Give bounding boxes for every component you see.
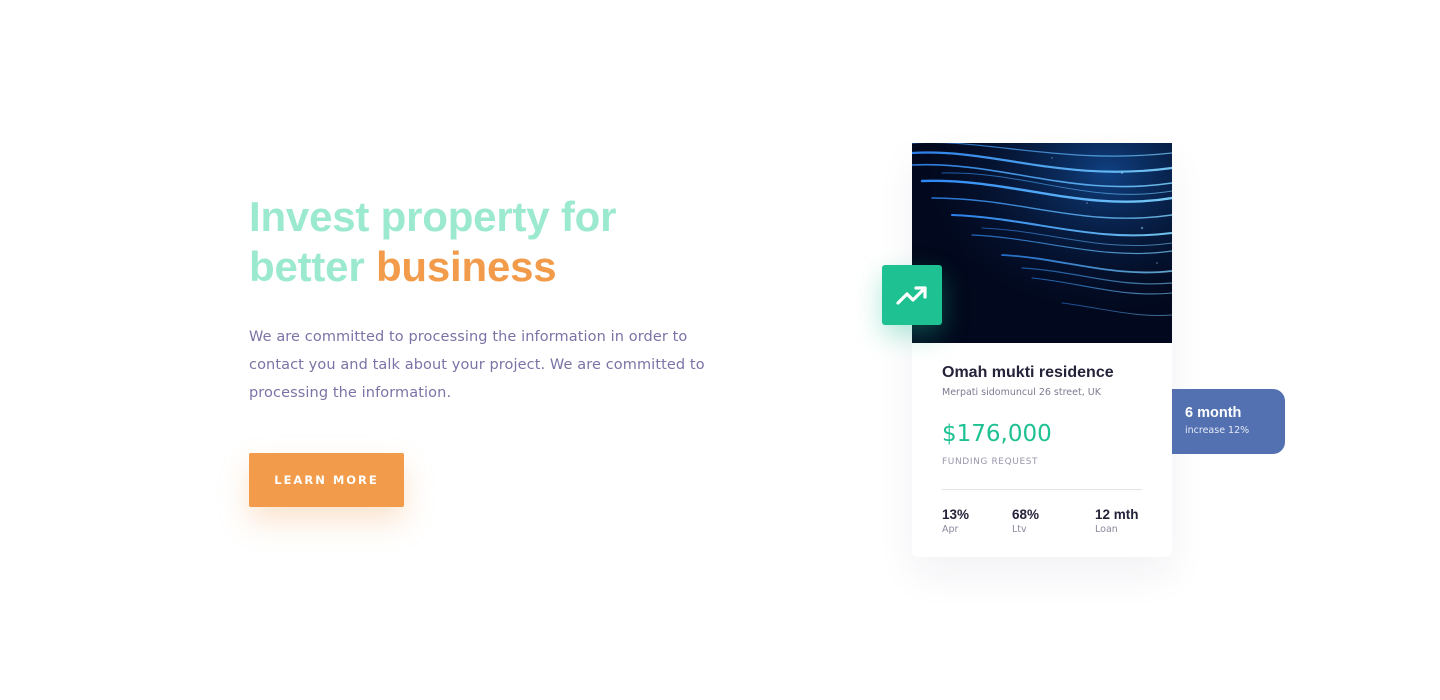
property-image (912, 143, 1172, 343)
funding-price: $176,000 (942, 421, 1052, 447)
hero-title-line2: better (249, 243, 376, 290)
funding-label: FUNDING REQUEST (942, 457, 1039, 467)
property-name: Omah mukti residence (942, 364, 1114, 381)
hero-description: We are committed to processing the infor… (249, 329, 705, 401)
light-streaks-image (912, 143, 1172, 343)
stat-value: 13% (942, 507, 970, 522)
duration-tag-title: 6 month (1185, 405, 1242, 421)
stat-value: 68% (1012, 507, 1040, 522)
hero-title: Invest property for better business (249, 192, 729, 292)
stat-apr: 13% Apr (942, 507, 969, 535)
stat-ltv: 68% Ltv (1012, 507, 1039, 535)
page: Invest property for better business We a… (0, 0, 1440, 700)
duration-tag: 6 month increase 12% (1172, 389, 1285, 454)
stat-loan: 12 mth Loan (1095, 507, 1139, 535)
trending-up-icon (882, 265, 942, 325)
property-address: Merpati sidomuncul 26 street, UK (942, 387, 1101, 398)
stat-value: 12 mth (1095, 507, 1139, 522)
property-card[interactable]: Omah mukti residence Merpati sidomuncul … (912, 143, 1172, 557)
hero-title-accent: business (375, 243, 557, 290)
learn-more-button[interactable]: LEARN MORE (249, 453, 404, 507)
hero-title-line1: Invest property for (249, 193, 617, 240)
stat-label: Apr (942, 524, 959, 535)
stat-label: Ltv (1012, 524, 1027, 535)
duration-tag-subtitle: increase 12% (1185, 425, 1250, 436)
card-divider (942, 489, 1142, 490)
stat-label: Loan (1095, 524, 1118, 535)
